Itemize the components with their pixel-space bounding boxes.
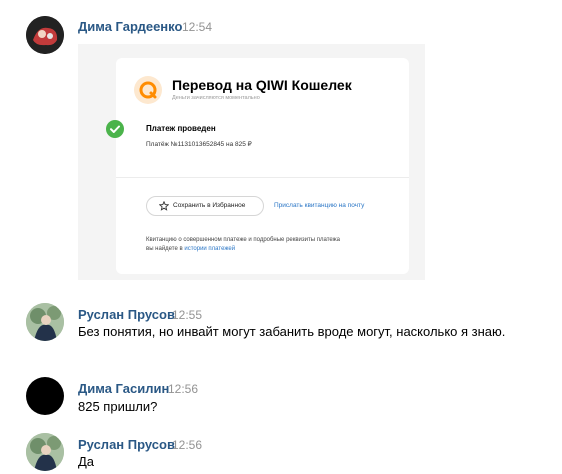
message-time[interactable]: 12:55 <box>172 308 202 322</box>
message-time[interactable]: 12:54 <box>182 20 212 34</box>
footnote-line-2: вы найдете в истории платежей <box>146 245 340 254</box>
check-icon <box>106 120 124 138</box>
payment-status: Платеж проведен <box>146 124 216 133</box>
transfer-subtitle: Деньги зачисляются моментально <box>172 95 260 101</box>
save-favorite-label: Сохранить в Избранное <box>173 202 246 209</box>
message-author[interactable]: Руслан Прусов <box>78 437 175 452</box>
footnote-line-1: Квитанцию о совершенном платеже и подроб… <box>146 237 340 243</box>
qiwi-logo-icon <box>134 76 162 104</box>
avatar[interactable] <box>26 377 64 415</box>
save-favorite-button[interactable]: Сохранить в Избранное <box>146 196 264 216</box>
attached-screenshot[interactable]: Перевод на QIWI Кошелек Деньги зачисляют… <box>78 44 425 280</box>
message-author[interactable]: Руслан Прусов <box>78 307 175 322</box>
message-time[interactable]: 12:56 <box>168 382 198 396</box>
message-time[interactable]: 12:56 <box>172 438 202 452</box>
divider <box>116 177 409 178</box>
receipt-footnote: Квитанцию о совершенном платеже и подроб… <box>146 236 340 254</box>
payment-history-link[interactable]: истории платежей <box>184 246 235 252</box>
avatar[interactable] <box>26 303 64 341</box>
send-receipt-link[interactable]: Прислать квитанцию на почту <box>274 202 364 209</box>
footnote-prefix: вы найдете в <box>146 246 185 252</box>
message-author[interactable]: Дима Гасилин <box>78 381 169 396</box>
qiwi-receipt-card: Перевод на QIWI Кошелек Деньги зачисляют… <box>116 58 409 274</box>
message-text: Да <box>78 454 95 469</box>
message-author[interactable]: Дима Гардеенко <box>78 19 182 34</box>
avatar[interactable] <box>26 16 64 54</box>
payment-detail: Платёж №1131013652845 на 825 ₽ <box>146 141 252 148</box>
message-text: Без понятия, но инвайт могут забанить вр… <box>78 324 506 339</box>
star-icon <box>159 201 169 211</box>
message-text: 825 пришли? <box>78 399 158 414</box>
avatar[interactable] <box>26 433 64 471</box>
transfer-title: Перевод на QIWI Кошелек <box>172 77 352 93</box>
